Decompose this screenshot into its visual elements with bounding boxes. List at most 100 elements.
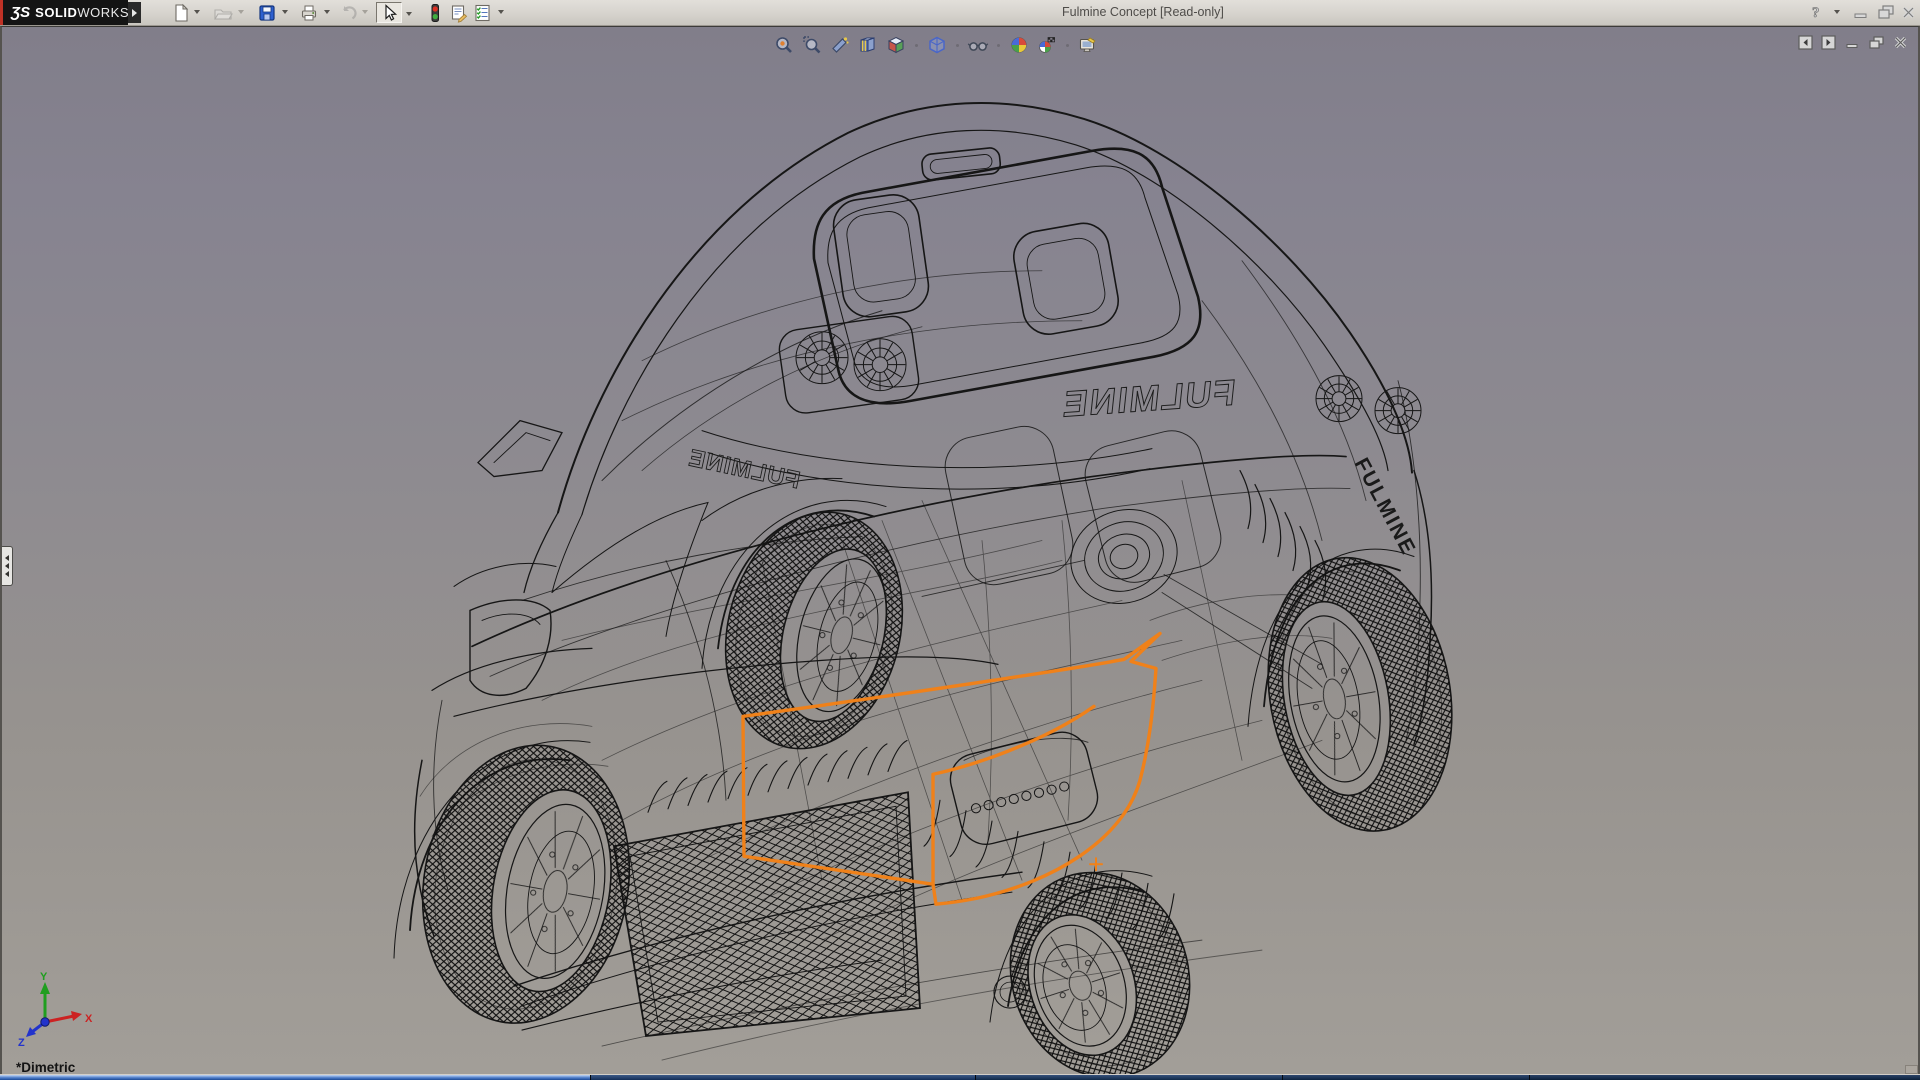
display-style-button[interactable]: [926, 34, 948, 56]
undo-icon: [343, 5, 357, 19]
collapse-arrow-icon: [5, 555, 9, 561]
view-orientation-icon: [887, 36, 905, 54]
minimize-document-button[interactable]: [1844, 35, 1860, 50]
eyeglasses-icon: [967, 42, 989, 51]
save-dropdown-arrow[interactable]: [282, 10, 288, 14]
file-properties-button[interactable]: [448, 2, 470, 23]
save-floppy-icon: [259, 4, 275, 21]
apply-scene-icon: [1039, 37, 1055, 53]
open-folder-icon: [214, 8, 233, 20]
options-button[interactable]: [472, 2, 494, 23]
display-style-icon: [929, 36, 945, 54]
zoom-to-fit-button[interactable]: [773, 34, 795, 56]
new-document-button[interactable]: [170, 2, 192, 23]
title-bar: ƷS SOLID WORKS Fulmine Concept [Read-onl…: [0, 0, 1920, 26]
rebuild-button[interactable]: [424, 2, 446, 23]
file-properties-icon: [451, 4, 468, 23]
window-title: Fulmine Concept [Read-only]: [1062, 5, 1224, 19]
restore-document-button[interactable]: [1868, 35, 1885, 50]
headsup-view-toolbar: [765, 32, 1107, 58]
appearance-ball-icon: [1011, 37, 1027, 53]
axis-z-label: Z: [18, 1037, 25, 1046]
minimize-icon: [1854, 13, 1867, 18]
feature-tree-flyout-tab[interactable]: [2, 546, 13, 586]
hide-show-items-button[interactable]: [967, 34, 989, 56]
taskbar-segment[interactable]: [590, 1075, 975, 1080]
new-dropdown-arrow[interactable]: [194, 10, 200, 14]
print-icon: [301, 5, 317, 20]
orientation-triad: Y X Z: [16, 970, 100, 1051]
solidworks-logo-glyph: ƷS: [11, 4, 31, 21]
scroll-left-button[interactable]: [1798, 35, 1813, 50]
help-icon: ?: [1812, 5, 1820, 21]
view-settings-button[interactable]: [1077, 34, 1099, 56]
solidworks-logo-light: WORKS: [77, 5, 130, 20]
taskbar-edge[interactable]: [0, 1074, 1920, 1080]
graphics-viewport[interactable]: FULMINE FULMINE FULMINE Y X Z *Dimetric: [0, 26, 1920, 1075]
apply-scene-button[interactable]: [1036, 34, 1058, 56]
help-dropdown-arrow[interactable]: [1834, 10, 1840, 14]
print-dropdown-arrow[interactable]: [324, 10, 330, 14]
scroll-right-icon: [1821, 35, 1836, 50]
collapse-arrow-icon: [5, 571, 9, 577]
print-button[interactable]: [298, 2, 320, 23]
axis-x-label: X: [85, 1013, 93, 1025]
svg-text:?: ?: [1812, 5, 1820, 21]
taskbar-segment[interactable]: [975, 1075, 1282, 1080]
menu-flyout-arrow[interactable]: [128, 2, 141, 23]
scroll-left-icon: [1798, 35, 1813, 50]
select-cursor-icon: [385, 3, 398, 21]
save-button[interactable]: [256, 2, 278, 23]
taskbar-segment[interactable]: [1529, 1075, 1920, 1080]
toolbar-separator: [915, 43, 918, 47]
edit-appearance-button[interactable]: [1008, 34, 1030, 56]
options-checklist-icon: [475, 4, 490, 21]
previous-view-button[interactable]: [829, 34, 851, 56]
open-dropdown-arrow[interactable]: [238, 10, 244, 14]
traffic-light-icon: [431, 3, 439, 22]
zoom-to-fit-icon: [776, 37, 792, 53]
axis-y-label: Y: [40, 971, 48, 983]
zoom-to-area-icon: [803, 36, 821, 54]
minimize-document-icon: [1846, 44, 1858, 48]
new-document-icon: [175, 3, 189, 22]
view-orientation-label: *Dimetric: [16, 1060, 76, 1075]
section-view-button[interactable]: [857, 34, 879, 56]
restore-icon: [1878, 5, 1894, 19]
close-document-button[interactable]: [1893, 35, 1908, 50]
taskbar-segment[interactable]: [1282, 1075, 1529, 1080]
toolbar-separator: [956, 43, 959, 47]
restore-window-button[interactable]: [1876, 3, 1896, 21]
close-document-icon: [1894, 36, 1907, 49]
view-orientation-button[interactable]: [885, 34, 907, 56]
taskbar-segment[interactable]: [0, 1075, 590, 1080]
toolbar-separator: [1066, 43, 1069, 47]
view-settings-icon: [1079, 37, 1096, 52]
document-window-controls: [1798, 35, 1908, 50]
car-wireframe-model[interactable]: FULMINE FULMINE FULMINE: [393, 102, 1473, 1075]
previous-view-icon: [832, 37, 849, 53]
open-document-button[interactable]: [212, 2, 234, 23]
undo-button[interactable]: [338, 2, 360, 23]
select-dropdown-arrow: [406, 12, 412, 16]
close-icon: [1902, 6, 1915, 19]
scroll-right-button[interactable]: [1821, 35, 1836, 50]
help-button[interactable]: ?: [1808, 3, 1826, 21]
restore-document-icon: [1869, 36, 1884, 49]
solidworks-window: ƷS SOLID WORKS Fulmine Concept [Read-onl…: [0, 0, 1920, 1080]
section-view-icon: [860, 37, 875, 52]
minimize-window-button[interactable]: [1852, 3, 1870, 21]
undo-dropdown-arrow[interactable]: [362, 10, 368, 14]
close-window-button[interactable]: [1900, 3, 1918, 21]
model-scene[interactable]: FULMINE FULMINE FULMINE: [2, 27, 1918, 1075]
resize-grip[interactable]: [1905, 1065, 1918, 1074]
select-dropdown-button[interactable]: [403, 2, 417, 23]
options-dropdown-arrow[interactable]: [498, 10, 504, 14]
badge-rear: FULMINE: [1060, 372, 1238, 425]
toolbar-separator: [997, 43, 1000, 47]
solidworks-logo: ƷS SOLID WORKS: [3, 0, 130, 25]
collapse-arrow-icon: [5, 563, 9, 569]
zoom-to-area-button[interactable]: [801, 34, 823, 56]
select-tool-button[interactable]: [376, 2, 402, 23]
badge-fender-right: FULMINE: [1350, 454, 1421, 559]
